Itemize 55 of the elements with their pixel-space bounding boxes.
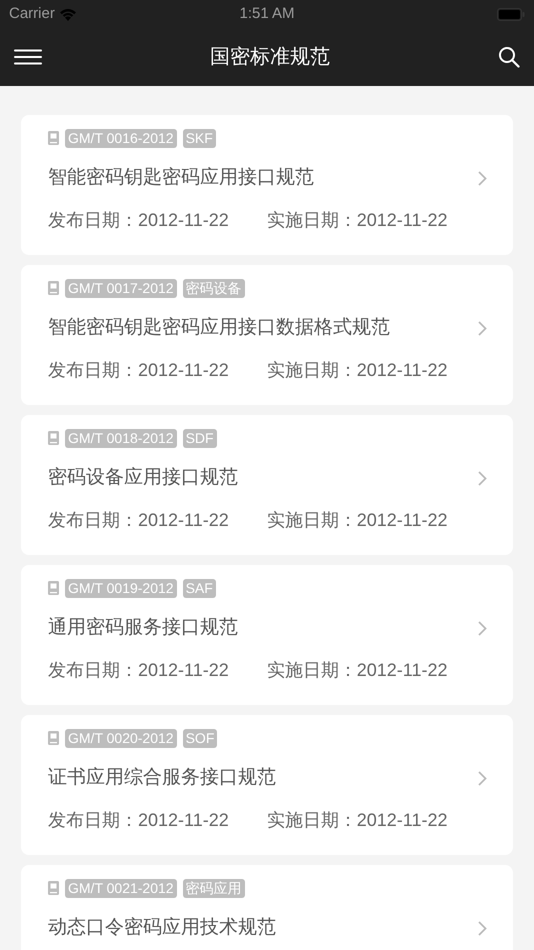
publish-date: 发布日期：2012-11-22 (48, 358, 229, 382)
effective-date: 实施日期：2012-11-22 (266, 358, 448, 382)
carrier-label: Carrier (9, 4, 55, 24)
book-icon (48, 281, 59, 295)
search-icon (498, 46, 520, 68)
publish-date: 发布日期：2012-11-22 (48, 658, 229, 682)
search-button[interactable] (498, 46, 520, 68)
category-tag: SKF (182, 128, 216, 148)
standard-title: 通用密码服务接口规范 (48, 616, 238, 640)
chevron-right-icon (478, 920, 487, 936)
clock-label: 1:51 AM (239, 4, 295, 24)
standard-title: 智能密码钥匙密码应用接口数据格式规范 (48, 316, 390, 340)
book-icon (48, 581, 59, 595)
effective-date: 实施日期：2012-11-22 (266, 208, 448, 232)
standard-card[interactable]: GM/T 0021-2012 密码应用 动态口令密码应用技术规范 (21, 865, 513, 950)
book-icon (48, 881, 59, 895)
chevron-right-icon (478, 170, 487, 186)
book-icon (48, 131, 59, 145)
publish-date: 发布日期：2012-11-22 (48, 508, 229, 532)
category-tag: 密码应用 (182, 878, 245, 898)
wifi-icon (58, 8, 77, 20)
standard-card[interactable]: GM/T 0016-2012 SKF 智能密码钥匙密码应用接口规范 发布日期：2012-11-22 实施日期：2012-11-22 (21, 115, 513, 255)
publish-date: 发布日期：2012-11-22 (48, 208, 229, 232)
battery-icon (497, 8, 525, 20)
chevron-right-icon (478, 320, 487, 336)
standard-code: GM/T 0018-2012 (65, 428, 177, 448)
effective-date: 实施日期：2012-11-22 (266, 508, 448, 532)
book-icon (48, 431, 59, 445)
standard-code: GM/T 0016-2012 (65, 128, 177, 148)
chevron-right-icon (478, 620, 487, 636)
effective-date: 实施日期：2012-11-22 (266, 658, 448, 682)
chevron-right-icon (478, 770, 487, 786)
menu-button[interactable] (14, 47, 42, 67)
standard-code: GM/T 0019-2012 (65, 578, 177, 598)
standard-title: 动态口令密码应用技术规范 (48, 916, 276, 940)
standard-code: GM/T 0021-2012 (65, 878, 177, 898)
category-tag: SDF (182, 428, 217, 448)
standard-card[interactable]: GM/T 0019-2012 SAF 通用密码服务接口规范 发布日期：2012-11-22 实施日期：2012-11-22 (21, 565, 513, 705)
category-tag: SOF (182, 728, 218, 748)
standard-title: 证书应用综合服务接口规范 (48, 766, 276, 790)
standard-code: GM/T 0017-2012 (65, 278, 177, 298)
book-icon (48, 731, 59, 745)
standard-card[interactable]: GM/T 0018-2012 SDF 密码设备应用接口规范 发布日期：2012-11-22 实施日期：2012-11-22 (21, 415, 513, 555)
standard-card[interactable]: GM/T 0020-2012 SOF 证书应用综合服务接口规范 发布日期：2012-11-22 实施日期：2012-11-22 (21, 715, 513, 855)
screen-title: 国密标准规范 (210, 45, 330, 70)
category-tag: 密码设备 (182, 278, 245, 298)
standard-title: 智能密码钥匙密码应用接口规范 (48, 166, 314, 190)
effective-date: 实施日期：2012-11-22 (266, 808, 448, 832)
category-tag: SAF (182, 578, 216, 598)
chevron-right-icon (478, 470, 487, 486)
publish-date: 发布日期：2012-11-22 (48, 808, 229, 832)
menu-icon (14, 49, 42, 65)
standard-title: 密码设备应用接口规范 (48, 466, 238, 490)
standard-code: GM/T 0020-2012 (65, 728, 177, 748)
standard-card[interactable]: GM/T 0017-2012 密码设备 智能密码钥匙密码应用接口数据格式规范 发布日期：2012-11-22 实施日期：2012-11-22 (21, 265, 513, 405)
